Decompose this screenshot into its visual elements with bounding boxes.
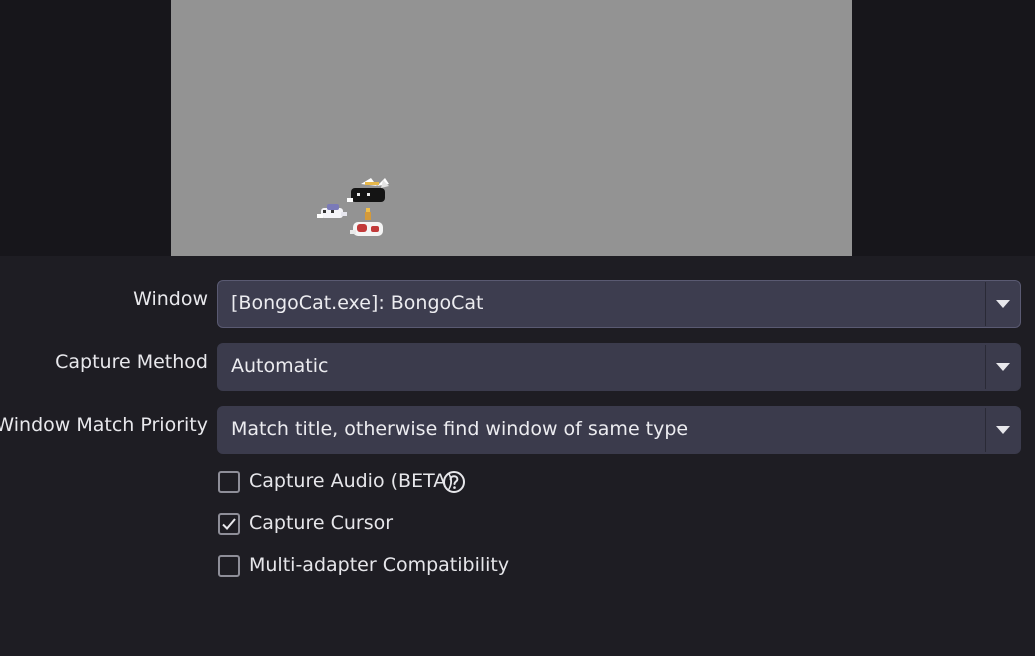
window-label: Window [133, 288, 208, 310]
capture-audio-label[interactable]: Capture Audio (BETA) [249, 470, 454, 492]
cat-sprite-left [317, 204, 347, 218]
cat-sprite-red [350, 208, 383, 236]
cat-sprite-black [347, 178, 389, 202]
window-select[interactable]: [BongoCat.exe]: BongoCat [217, 280, 1021, 328]
window-match-priority-select[interactable]: Match title, otherwise find window of sa… [217, 406, 1021, 454]
properties-panel: Window [BongoCat.exe]: BongoCat Capture … [0, 256, 1035, 656]
chevron-down-icon[interactable] [986, 344, 1020, 390]
window-select-value: [BongoCat.exe]: BongoCat [231, 292, 484, 314]
source-preview-canvas[interactable] [171, 0, 852, 256]
multi-adapter-checkbox[interactable] [218, 555, 240, 577]
window-match-priority-value: Match title, otherwise find window of sa… [231, 418, 689, 440]
capture-audio-checkbox[interactable] [218, 471, 240, 493]
capture-method-label: Capture Method [55, 351, 208, 373]
capture-method-value: Automatic [231, 355, 329, 377]
chevron-down-icon[interactable] [986, 281, 1020, 327]
multi-adapter-label[interactable]: Multi-adapter Compatibility [249, 554, 509, 576]
bongo-cat-sprites [317, 178, 389, 236]
capture-cursor-checkbox[interactable] [218, 513, 240, 535]
capture-cursor-label[interactable]: Capture Cursor [249, 512, 393, 534]
capture-method-select[interactable]: Automatic [217, 343, 1021, 391]
preview-area [0, 0, 1035, 256]
chevron-down-icon[interactable] [986, 407, 1020, 453]
checkmark-icon [222, 518, 236, 530]
window-match-priority-label: Window Match Priority [0, 414, 208, 436]
help-circle-icon[interactable] [442, 470, 466, 494]
